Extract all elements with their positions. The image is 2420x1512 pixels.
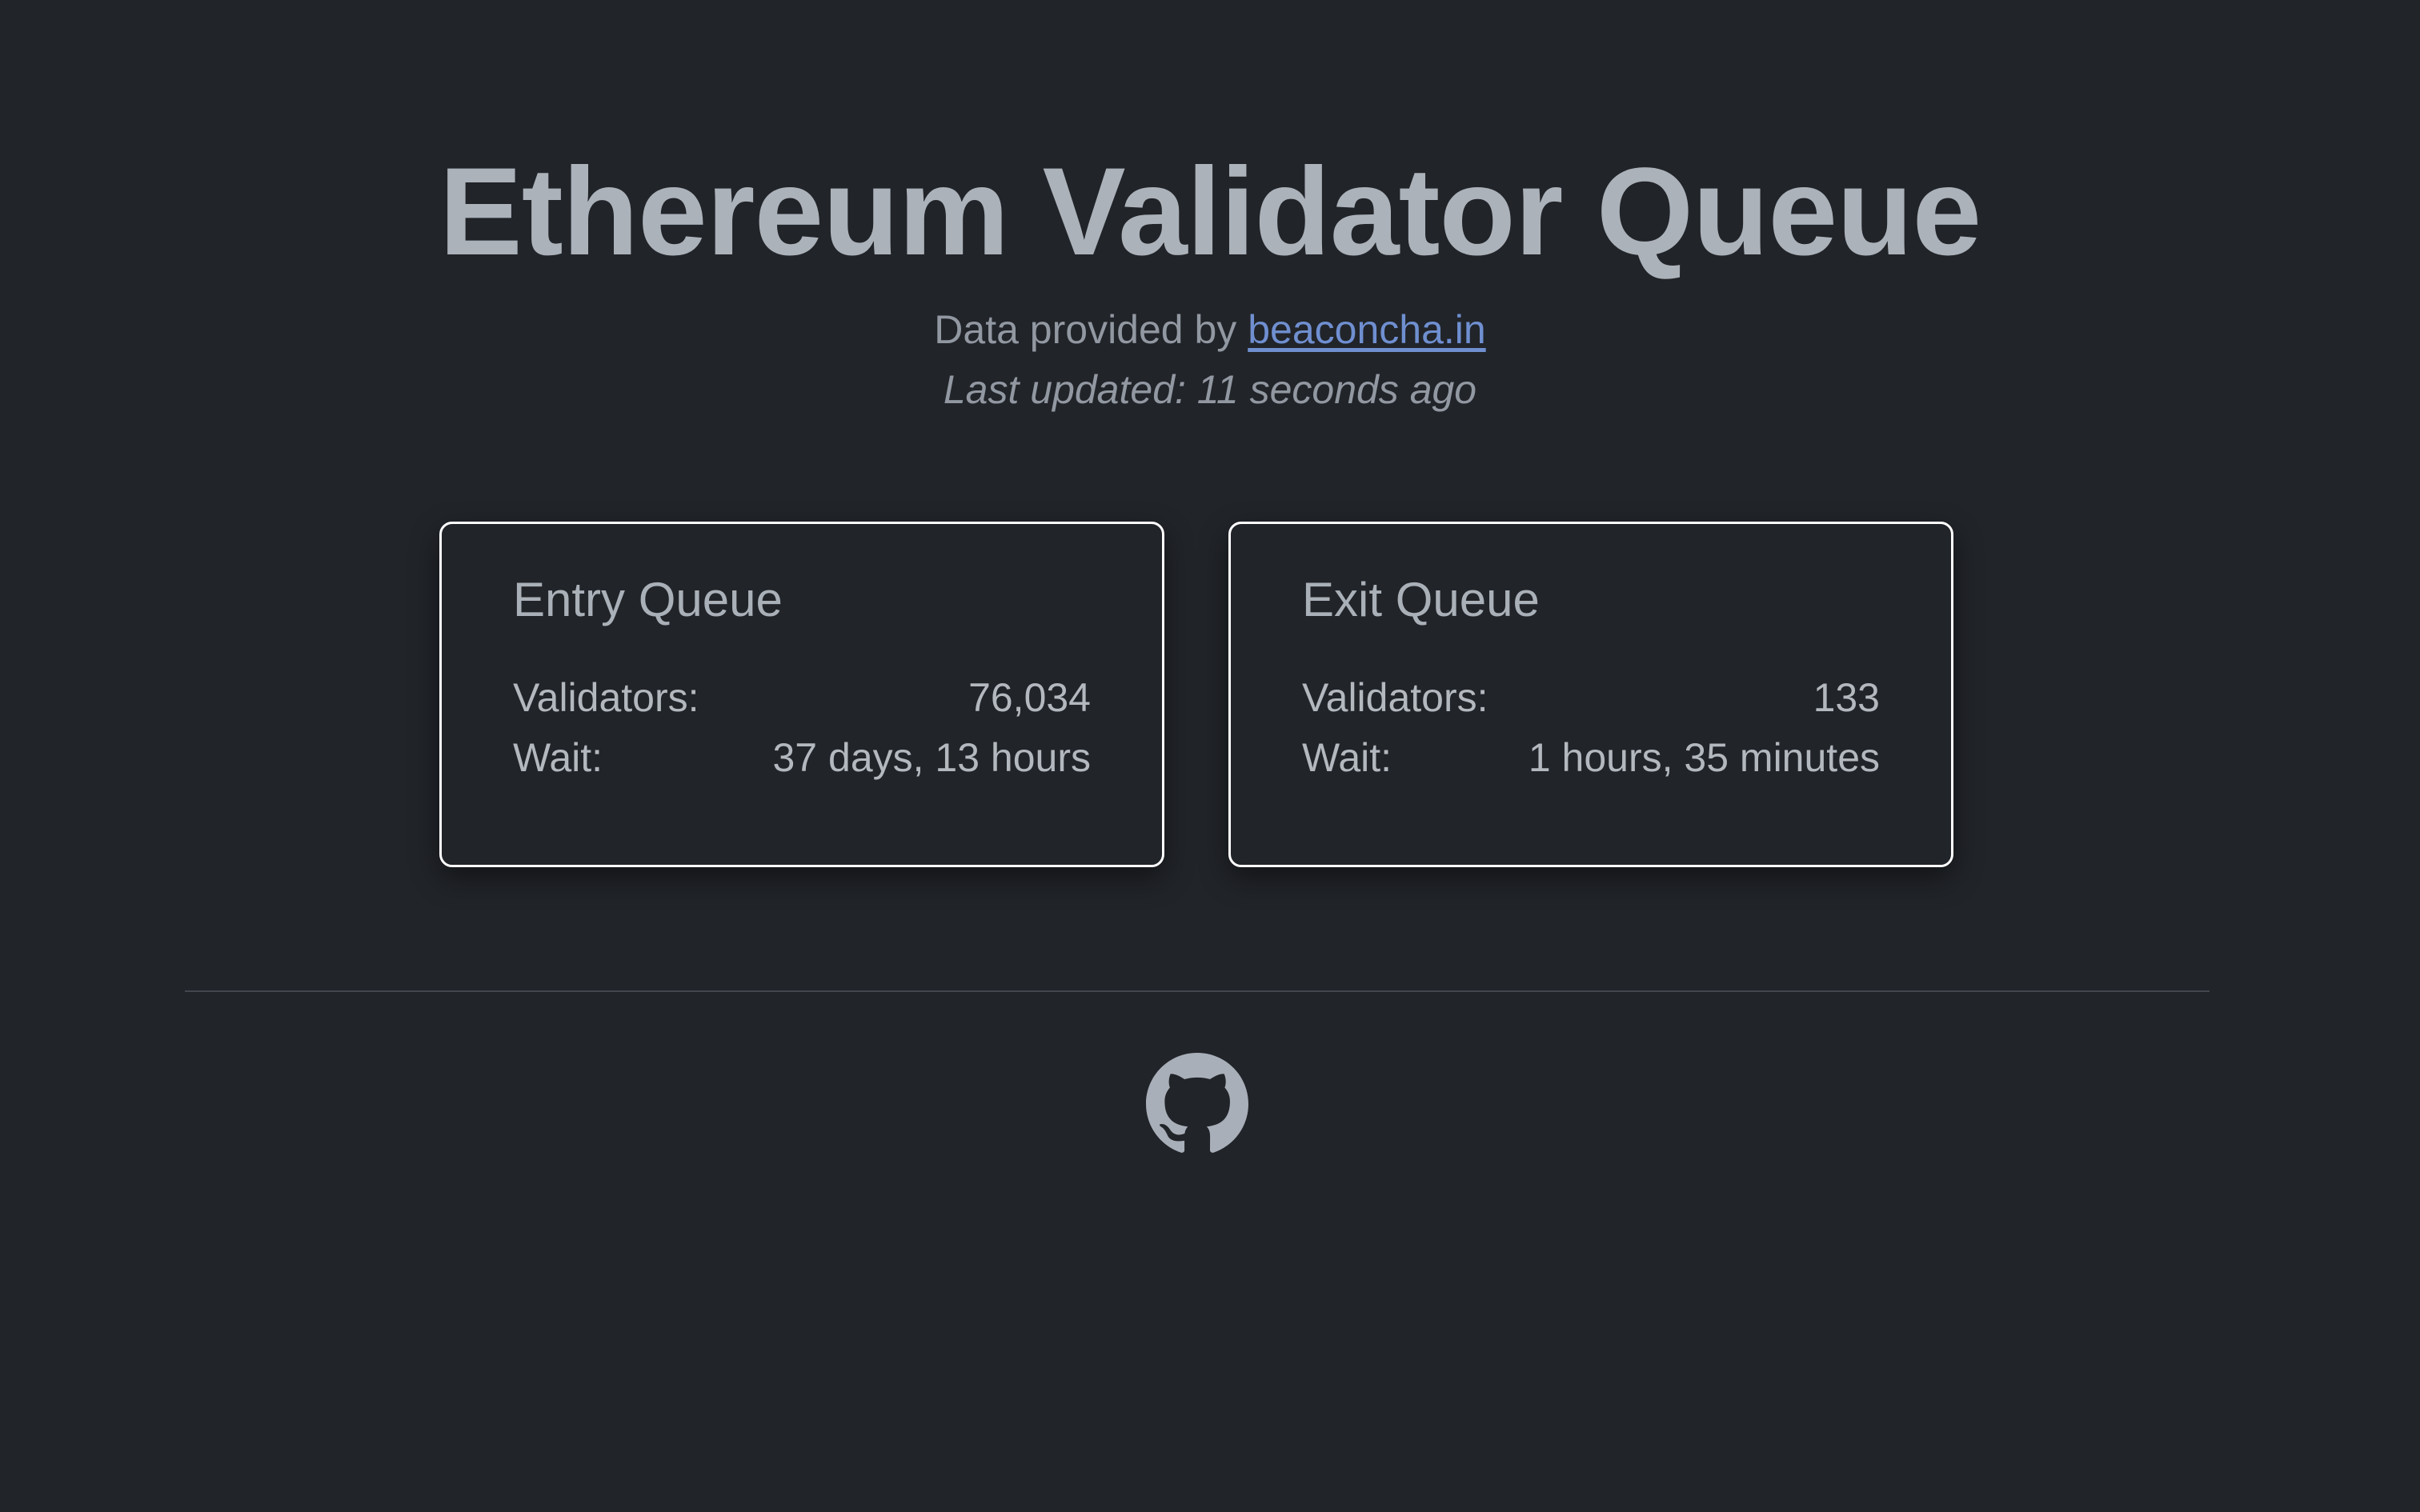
- exit-wait-value: 1 hours, 35 minutes: [1528, 735, 1880, 780]
- exit-validators-label: Validators:: [1302, 675, 1488, 720]
- entry-wait-label: Wait:: [513, 735, 603, 780]
- exit-wait-row: Wait: 1 hours, 35 minutes: [1302, 732, 1880, 783]
- exit-queue-card: Exit Queue Validators: 133 Wait: 1 hours…: [1228, 522, 1953, 867]
- entry-wait-value: 37 days, 13 hours: [772, 735, 1092, 780]
- data-source-line: Data provided by beaconcha.in: [0, 304, 2420, 355]
- entry-validators-row: Validators: 76,034: [513, 672, 1091, 723]
- entry-queue-card: Entry Queue Validators: 76,034 Wait: 37 …: [439, 522, 1164, 867]
- exit-wait-label: Wait:: [1302, 735, 1392, 780]
- entry-validators-value: 76,034: [968, 675, 1091, 720]
- exit-validators-row: Validators: 133: [1302, 672, 1880, 723]
- entry-wait-row: Wait: 37 days, 13 hours: [513, 732, 1091, 783]
- github-icon[interactable]: [1146, 1053, 1248, 1155]
- exit-queue-title: Exit Queue: [1302, 573, 1540, 626]
- page: Ethereum Validator Queue Data provided b…: [0, 0, 2420, 1512]
- provider-link[interactable]: beaconcha.in: [1248, 307, 1485, 352]
- data-source-prefix: Data provided by: [934, 307, 1237, 352]
- footer-divider: [185, 990, 2210, 992]
- entry-queue-title: Entry Queue: [513, 573, 783, 626]
- page-title: Ethereum Validator Queue: [439, 142, 1982, 282]
- exit-validators-value: 133: [1813, 675, 1880, 720]
- entry-validators-label: Validators:: [513, 675, 699, 720]
- last-updated-text: Last updated: 11 seconds ago: [943, 367, 1477, 412]
